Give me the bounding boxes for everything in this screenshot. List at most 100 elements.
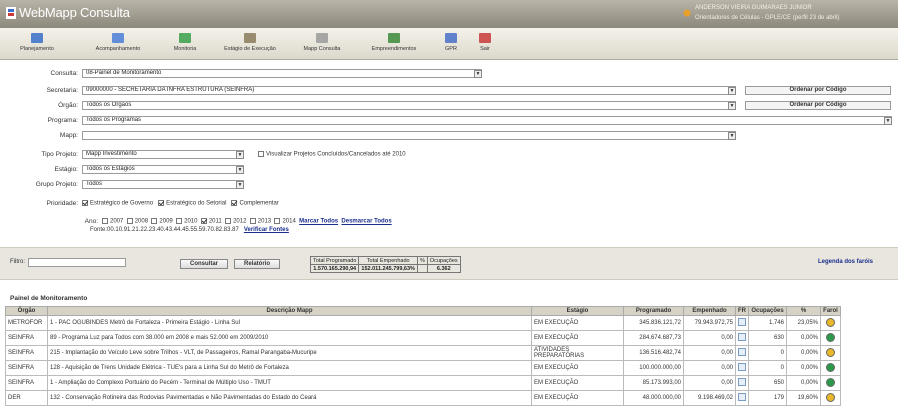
ano-checkbox-2013[interactable] bbox=[249, 218, 256, 224]
toolbar-button-0[interactable]: Planejamento bbox=[8, 32, 66, 52]
column-header-5[interactable]: FR bbox=[735, 306, 749, 316]
file-icon[interactable] bbox=[738, 333, 746, 341]
ano-checkbox-2011[interactable] bbox=[200, 218, 207, 224]
status-lamp-icon bbox=[826, 347, 835, 357]
consultar-button[interactable]: Consultar bbox=[180, 259, 228, 269]
secretaria-select[interactable]: 09000000 - SECRETARIA DA INFRA ESTRUTURA… bbox=[82, 86, 736, 95]
column-header-8[interactable]: Farol bbox=[820, 306, 841, 316]
fr-cell bbox=[735, 315, 749, 331]
main-toolbar: Planejamento Acompanhamento Monitoria Estág… bbox=[0, 28, 898, 60]
column-header-4[interactable]: Empenhado bbox=[683, 306, 736, 316]
column-header-1[interactable]: Descrição Mapp bbox=[47, 306, 532, 316]
toolbar-button-2[interactable]: Monitoria bbox=[166, 32, 204, 52]
mapp-select[interactable] bbox=[82, 131, 736, 140]
estagio-select[interactable]: Todos os Estágios bbox=[82, 165, 244, 174]
fontes-label: Fonte: bbox=[90, 227, 108, 233]
user-name: ANDERSON VIEIRA GUIMARAES JUNIOR bbox=[695, 5, 812, 11]
ano-checkbox-2010[interactable] bbox=[176, 218, 183, 224]
totals-value-0: 1.570.165.290,94 bbox=[309, 264, 360, 273]
gpr-icon bbox=[445, 33, 457, 43]
ano-checkbox-2009[interactable] bbox=[151, 218, 158, 224]
cell-orgao: SEINFRA bbox=[5, 330, 48, 346]
totals-value-1: 152.011.245.799,63% bbox=[358, 264, 418, 273]
estagio-dropdown-icon[interactable]: ▼ bbox=[236, 166, 244, 174]
cell-descricao: 1 - Ampliação do Complexo Portuário do P… bbox=[47, 375, 532, 391]
enterprise-icon bbox=[388, 33, 400, 43]
toolbar-button-6[interactable]: GPR bbox=[438, 32, 464, 52]
programa-select[interactable]: Todos os Programas bbox=[82, 116, 892, 125]
filtro-input[interactable] bbox=[28, 258, 126, 267]
cell-programado: 284.674.687,73 bbox=[623, 330, 684, 346]
prioridade-checkbox-0[interactable] bbox=[82, 200, 88, 206]
column-header-6[interactable]: Ocupações bbox=[748, 306, 787, 316]
file-icon[interactable] bbox=[738, 363, 746, 371]
ano-label: Ano: bbox=[84, 218, 98, 225]
column-header-3[interactable]: Programado bbox=[623, 306, 684, 316]
column-header-0[interactable]: Órgão bbox=[5, 306, 48, 316]
table-row[interactable]: SEINFRA 1 - Ampliação do Complexo Portuár… bbox=[5, 375, 841, 391]
table-row[interactable]: SEINFRA 215 - Implantação do Veículo Leve… bbox=[5, 345, 841, 361]
grupo-projeto-select[interactable]: Todos bbox=[82, 180, 244, 189]
desmarcar-todos-link[interactable]: Desmarcar Todos bbox=[341, 219, 391, 225]
file-icon[interactable] bbox=[738, 348, 746, 356]
ano-checkbox-2008[interactable] bbox=[126, 218, 133, 224]
prioridade-checkbox-2[interactable] bbox=[231, 200, 238, 206]
secretaria-dropdown-icon[interactable]: ▼ bbox=[728, 87, 736, 95]
toolbar-label-3: Estágio de Execução bbox=[224, 46, 276, 52]
farol-cell bbox=[820, 360, 841, 376]
table-row[interactable]: SEINFRA 128 - Aquisição de Trens Unidade … bbox=[5, 360, 841, 376]
toolbar-button-7[interactable]: Sair bbox=[474, 32, 496, 52]
toolbar-button-5[interactable]: Empreendimentos bbox=[358, 32, 430, 52]
consulta-dropdown-icon[interactable]: ▼ bbox=[474, 70, 482, 78]
programa-dropdown-icon[interactable]: ▼ bbox=[884, 117, 892, 125]
tipo-projeto-select[interactable]: Mapp Investimento bbox=[82, 150, 244, 159]
fr-cell bbox=[735, 375, 749, 391]
ano-checkbox-2012[interactable] bbox=[225, 218, 232, 224]
status-lamp-icon bbox=[826, 317, 835, 327]
app-logo-icon bbox=[6, 7, 16, 19]
ano-checkbox-2007[interactable] bbox=[102, 218, 108, 224]
toolbar-button-4[interactable]: Mapp Consulta bbox=[294, 32, 350, 52]
planning-icon bbox=[31, 33, 43, 43]
file-icon[interactable] bbox=[738, 318, 746, 326]
cell-pct: 0,00% bbox=[786, 360, 821, 376]
ordenar-orgao-select[interactable]: Ordenar por Código bbox=[745, 101, 891, 110]
table-row[interactable]: DER 132 - Conservação Rotineira das Rodov… bbox=[5, 390, 841, 406]
toolbar-label-7: Sair bbox=[480, 46, 490, 52]
file-icon[interactable] bbox=[738, 393, 746, 401]
column-header-7[interactable]: % bbox=[786, 306, 821, 316]
cell-pct: 23,05% bbox=[786, 315, 821, 331]
cell-empenhado: 0,00 bbox=[683, 330, 736, 346]
exit-icon bbox=[479, 33, 491, 43]
mapp-dropdown-icon[interactable]: ▼ bbox=[728, 132, 736, 140]
programa-label: Programa: bbox=[47, 117, 78, 124]
column-header-2[interactable]: Estágio bbox=[531, 306, 624, 316]
toolbar-button-3[interactable]: Estágio de Execução bbox=[214, 32, 286, 52]
ano-checkbox-2014[interactable] bbox=[274, 218, 281, 224]
cell-descricao: 89 - Programa Luz para Todos com 38.000 … bbox=[47, 330, 532, 346]
cell-orgao: METROFOR bbox=[5, 315, 48, 331]
orgao-select[interactable]: Todos os Órgãos bbox=[82, 101, 736, 110]
marcar-todos-link[interactable]: Marcar Todos bbox=[299, 219, 338, 225]
prioridade-checkbox-1[interactable] bbox=[158, 200, 165, 206]
toolbar-label-4: Mapp Consulta bbox=[303, 46, 341, 52]
table-row[interactable]: METROFOR 1 - PAC OGUBINDES Metrô de Forta… bbox=[5, 315, 841, 331]
prioridade-label: Prioridade: bbox=[46, 200, 78, 207]
totals-header-2: % bbox=[416, 256, 428, 265]
orgao-dropdown-icon[interactable]: ▼ bbox=[728, 102, 736, 110]
grupo-projeto-dropdown-icon[interactable]: ▼ bbox=[236, 181, 244, 189]
legenda-farois-link[interactable]: Legenda dos faróis bbox=[818, 259, 873, 265]
verificar-fontes-link[interactable]: Verificar Fontes bbox=[244, 227, 289, 233]
toolbar-button-1[interactable]: Acompanhamento bbox=[78, 32, 158, 52]
tipo-projeto-dropdown-icon[interactable]: ▼ bbox=[236, 151, 244, 159]
visualizar-checkbox[interactable] bbox=[258, 151, 264, 157]
farol-cell bbox=[820, 345, 841, 361]
totals-value-3: 6.362 bbox=[426, 264, 461, 273]
file-icon[interactable] bbox=[738, 378, 746, 386]
farol-cell bbox=[820, 330, 841, 346]
ordenar-secretaria-select[interactable]: Ordenar por Código bbox=[745, 86, 891, 95]
consulta-select[interactable]: 08-Painel de Monitoramento bbox=[82, 69, 482, 78]
relatorio-button[interactable]: Relatório bbox=[234, 259, 280, 269]
toolbar-label-2: Monitoria bbox=[173, 46, 197, 52]
table-row[interactable]: SEINFRA 89 - Programa Luz para Todos com … bbox=[5, 330, 841, 346]
